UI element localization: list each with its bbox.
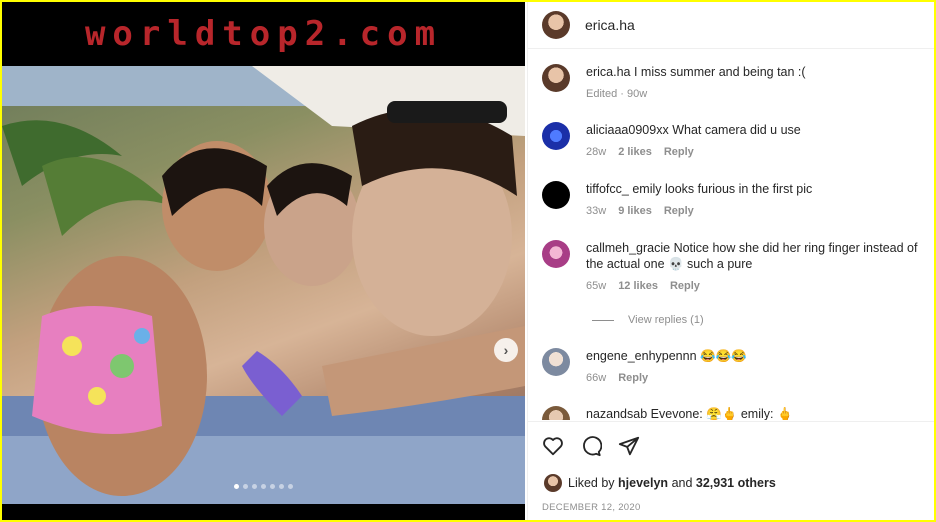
- share-icon[interactable]: [618, 435, 640, 457]
- comment-icon[interactable]: [580, 435, 603, 457]
- comment-time: 33w: [586, 205, 607, 217]
- carousel-next-button[interactable]: ›: [494, 338, 518, 362]
- liker-avatar: [544, 474, 562, 492]
- caption-meta: Edited · 90w: [586, 88, 648, 100]
- page-frame: worldtop2.com › erica.ha erica.ha I miss…: [2, 2, 934, 520]
- post-details-panel: erica.ha erica.ha I miss summer and bein…: [527, 2, 934, 520]
- view-replies-label: View replies (1): [628, 314, 704, 326]
- chevron-right-icon: ›: [503, 342, 509, 358]
- watermark-banner: worldtop2.com: [2, 2, 525, 66]
- author-username[interactable]: erica.ha: [585, 17, 635, 33]
- comment-avatar[interactable]: [542, 406, 570, 420]
- carousel-dot[interactable]: [243, 484, 248, 489]
- carousel-dots: [2, 484, 525, 489]
- view-replies-button[interactable]: View replies (1): [592, 314, 704, 326]
- comment-time: 66w: [586, 372, 607, 384]
- comment-item: nazandsab Evevone: 😤🖕 emily: 🖕: [542, 406, 926, 420]
- carousel-dot[interactable]: [261, 484, 266, 489]
- likes-summary[interactable]: Liked by hjevelyn and 32,931 others: [544, 474, 776, 492]
- comment-avatar[interactable]: [542, 122, 570, 150]
- reply-button[interactable]: Reply: [618, 370, 648, 386]
- comment-username[interactable]: callmeh_gracie: [586, 241, 670, 255]
- comment-item: aliciaaa0909xx What camera did u use 28w…: [542, 122, 926, 160]
- comment-text: 😂😂😂: [700, 349, 747, 363]
- carousel-dot[interactable]: [288, 484, 293, 489]
- comment-text: What camera did u use: [672, 123, 801, 137]
- carousel-dot[interactable]: [252, 484, 257, 489]
- post-actions: Liked by hjevelyn and 32,931 others DECE…: [528, 421, 934, 520]
- comment-item: tiffofcc_ emily looks furious in the fir…: [542, 181, 926, 219]
- comment-username[interactable]: nazandsab: [586, 407, 647, 420]
- comment-time: 65w: [586, 280, 607, 292]
- comments-list: erica.ha I miss summer and being tan :( …: [528, 50, 934, 420]
- comment-likes[interactable]: 9 likes: [618, 203, 652, 219]
- post-header: erica.ha: [528, 2, 934, 49]
- media-bottom-bar: [2, 504, 525, 520]
- comment-username[interactable]: engene_enhypennn: [586, 349, 697, 363]
- comment-time: 28w: [586, 146, 607, 158]
- divider-line: [592, 319, 614, 321]
- comment-username[interactable]: tiffofcc_: [586, 182, 629, 196]
- post-date[interactable]: DECEMBER 12, 2020: [542, 502, 641, 513]
- comment-text: emily looks furious in the first pic: [632, 182, 813, 196]
- liker-username[interactable]: hjevelyn: [618, 476, 668, 490]
- likes-middle: and: [671, 476, 693, 490]
- photo-illustration: [2, 66, 525, 504]
- comment-likes[interactable]: 2 likes: [618, 144, 652, 160]
- comment-username[interactable]: aliciaaa0909xx: [586, 123, 669, 137]
- comment-avatar[interactable]: [542, 348, 570, 376]
- comment-avatar[interactable]: [542, 181, 570, 209]
- post-photo[interactable]: ›: [2, 66, 525, 504]
- carousel-dot[interactable]: [279, 484, 284, 489]
- comment-text: Evevone: 😤🖕 emily: 🖕: [650, 407, 793, 420]
- reply-button[interactable]: Reply: [664, 203, 694, 219]
- caption: erica.ha I miss summer and being tan :( …: [542, 64, 926, 102]
- reply-button[interactable]: Reply: [664, 144, 694, 160]
- comment-avatar[interactable]: [542, 240, 570, 268]
- watermark-text: worldtop2.com: [84, 14, 443, 54]
- comment-item: engene_enhypennn 😂😂😂 66w Reply: [542, 348, 926, 386]
- comment-likes[interactable]: 12 likes: [618, 278, 658, 294]
- likes-count[interactable]: 32,931 others: [696, 476, 776, 490]
- carousel-dot[interactable]: [234, 484, 239, 489]
- heart-icon[interactable]: [542, 435, 564, 457]
- reply-button[interactable]: Reply: [670, 278, 700, 294]
- comment-item: callmeh_gracie Notice how she did her ri…: [542, 240, 926, 294]
- caption-text: I miss summer and being tan :(: [633, 65, 806, 79]
- carousel-dot[interactable]: [270, 484, 275, 489]
- likes-prefix: Liked by: [568, 476, 615, 490]
- caption-username[interactable]: erica.ha: [586, 65, 630, 79]
- caption-avatar[interactable]: [542, 64, 570, 92]
- post-media-panel: worldtop2.com ›: [2, 2, 525, 520]
- author-avatar[interactable]: [542, 11, 570, 39]
